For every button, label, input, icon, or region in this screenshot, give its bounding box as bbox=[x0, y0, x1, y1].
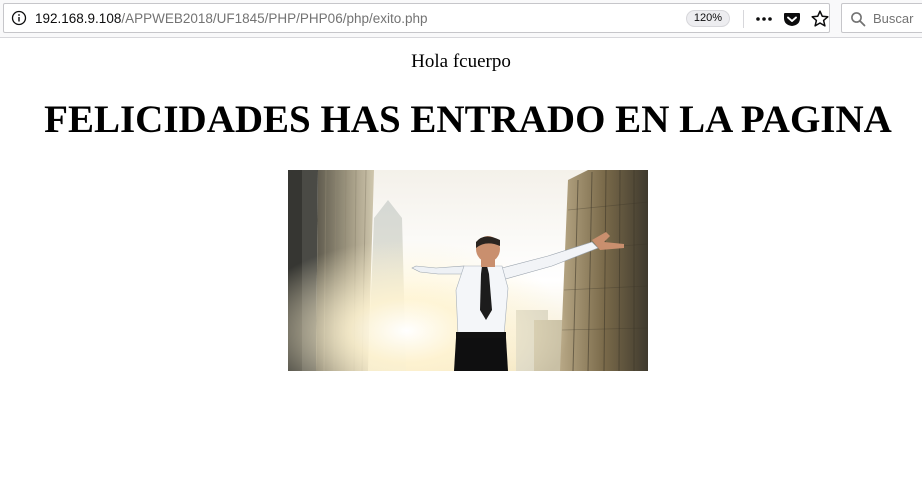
search-bar[interactable]: Buscar bbox=[841, 3, 922, 33]
info-icon[interactable] bbox=[11, 10, 27, 26]
more-dots-icon[interactable] bbox=[754, 9, 774, 29]
url-text[interactable]: 192.168.9.108/APPWEB2018/UF1845/PHP/PHP0… bbox=[35, 11, 428, 27]
pocket-icon[interactable] bbox=[782, 9, 802, 29]
divider bbox=[743, 10, 744, 28]
url-domain: 192.168.9.108 bbox=[35, 11, 122, 26]
browser-toolbar: 192.168.9.108/APPWEB2018/UF1845/PHP/PHP0… bbox=[0, 0, 922, 38]
star-icon[interactable] bbox=[810, 9, 830, 29]
search-icon bbox=[851, 12, 866, 27]
search-placeholder: Buscar bbox=[873, 11, 914, 26]
page-headline: FELICIDADES HAS ENTRADO EN LA PAGINA bbox=[44, 98, 892, 141]
address-bar[interactable]: 192.168.9.108/APPWEB2018/UF1845/PHP/PHP0… bbox=[3, 3, 830, 33]
zoom-reset-button[interactable]: 120% bbox=[686, 10, 730, 27]
url-path: /APPWEB2018/UF1845/PHP/PHP06/php/exito.p… bbox=[121, 11, 428, 26]
celebration-photo bbox=[288, 170, 648, 371]
greeting-text: Hola fcuerpo bbox=[411, 51, 511, 72]
hero-image bbox=[288, 170, 648, 371]
